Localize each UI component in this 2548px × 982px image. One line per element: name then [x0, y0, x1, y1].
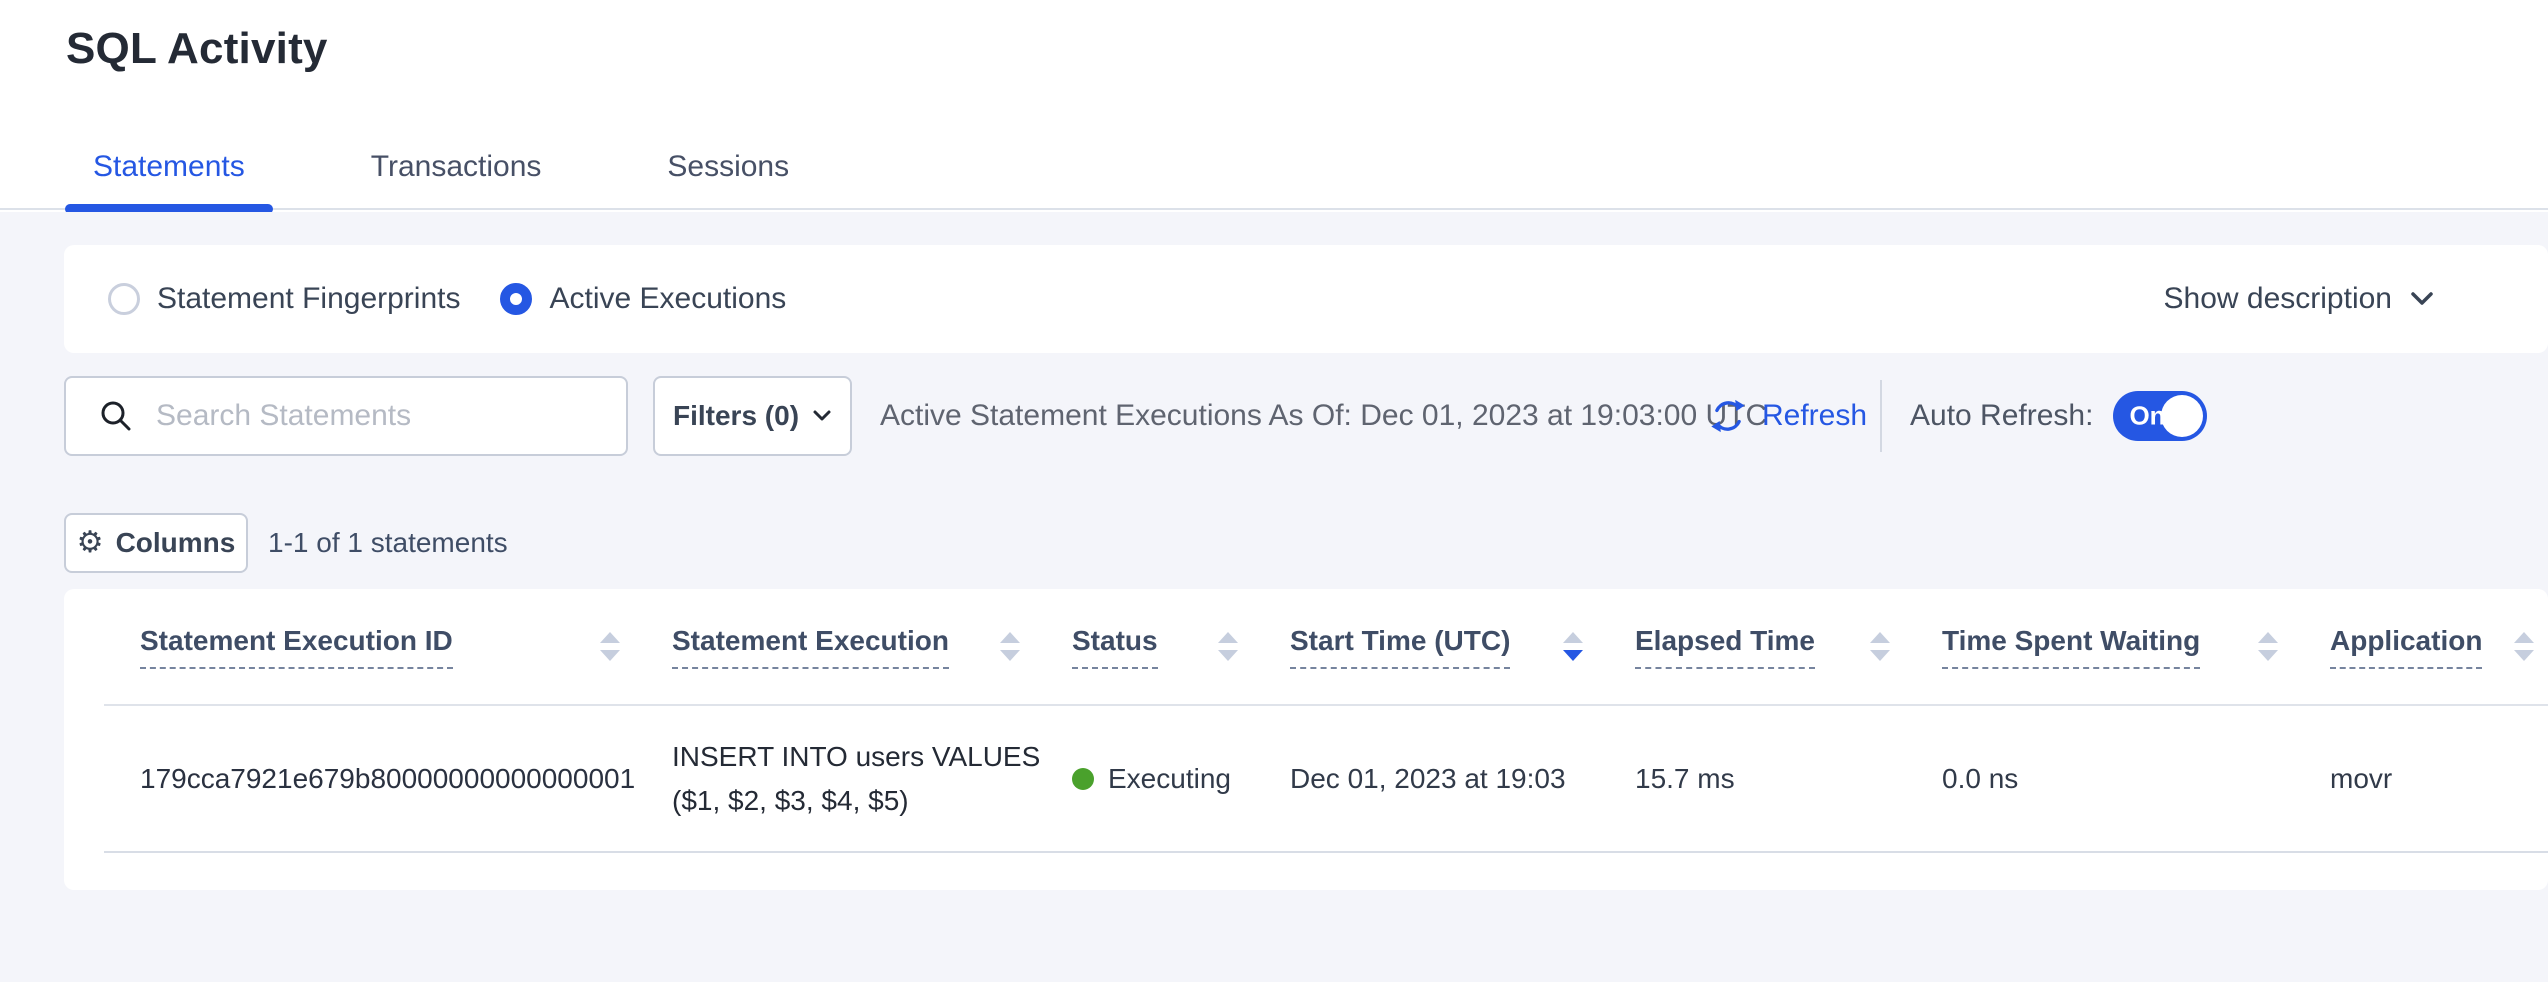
- status-dot-icon: [1072, 768, 1094, 790]
- column-header-elapsed-time[interactable]: Elapsed Time: [1635, 625, 1815, 669]
- content-area: Statement Fingerprints Active Executions…: [0, 212, 2548, 982]
- filters-button[interactable]: Filters (0): [653, 376, 852, 456]
- show-description-toggle[interactable]: Show description: [2164, 282, 2434, 316]
- table-header-row: Statement Execution ID Statement Executi…: [104, 589, 2548, 705]
- column-header-time-spent-waiting[interactable]: Time Spent Waiting: [1942, 625, 2200, 669]
- chevron-down-icon: [2410, 291, 2434, 307]
- chevron-down-icon: [812, 409, 832, 423]
- gear-icon: ⚙: [77, 528, 104, 558]
- sort-icon[interactable]: [600, 632, 620, 661]
- tab-transactions[interactable]: Transactions: [343, 138, 570, 208]
- columns-button[interactable]: ⚙ Columns: [64, 513, 248, 573]
- cell-start-time: Dec 01, 2023 at 19:03: [1290, 705, 1635, 852]
- results-count: 1-1 of 1 statements: [268, 527, 508, 559]
- cell-elapsed-time: 15.7 ms: [1635, 705, 1942, 852]
- as-of-text: Active Statement Executions As Of: Dec 0…: [880, 376, 1767, 456]
- tab-bar: Statements Transactions Sessions: [0, 138, 2548, 210]
- cell-statement-execution-id[interactable]: 179cca7921e679b80000000000000001: [104, 705, 672, 852]
- page-title: SQL Activity: [66, 24, 328, 74]
- toggle-knob: [2161, 395, 2203, 437]
- view-mode-card: Statement Fingerprints Active Executions…: [64, 245, 2548, 353]
- sort-icon[interactable]: [1000, 632, 1020, 661]
- tab-label: Statements: [93, 150, 245, 183]
- auto-refresh-toggle[interactable]: On: [2113, 391, 2207, 441]
- statements-table-card: Statement Execution ID Statement Executi…: [64, 589, 2548, 890]
- refresh-button[interactable]: Refresh: [1708, 376, 1867, 456]
- sql-activity-page: SQL Activity Statements Transactions Ses…: [0, 0, 2548, 982]
- divider: [1880, 380, 1882, 452]
- statements-table: Statement Execution ID Statement Executi…: [104, 589, 2548, 853]
- status-label: Executing: [1108, 763, 1231, 795]
- tab-sessions[interactable]: Sessions: [639, 138, 817, 208]
- cell-application: movr: [2330, 705, 2548, 852]
- search-input[interactable]: [156, 399, 596, 433]
- sort-icon[interactable]: [1563, 632, 1583, 661]
- radio-option-active-executions[interactable]: Active Executions: [500, 282, 786, 316]
- search-box: [64, 376, 628, 456]
- show-description-label: Show description: [2164, 282, 2392, 316]
- auto-refresh-label: Auto Refresh:: [1910, 399, 2093, 433]
- cell-time-spent-waiting: 0.0 ns: [1942, 705, 2330, 852]
- page-header: SQL Activity Statements Transactions Ses…: [0, 0, 2548, 212]
- column-header-start-time[interactable]: Start Time (UTC): [1290, 625, 1510, 669]
- column-header-status[interactable]: Status: [1072, 625, 1158, 669]
- column-header-application[interactable]: Application: [2330, 625, 2482, 669]
- radio-label: Statement Fingerprints: [157, 282, 460, 316]
- search-icon: [98, 398, 134, 434]
- table-controls: ⚙ Columns 1-1 of 1 statements: [0, 513, 2548, 573]
- toggle-state-label: On: [2129, 401, 2165, 432]
- sort-icon[interactable]: [2258, 632, 2278, 661]
- tab-label: Sessions: [667, 150, 789, 183]
- sort-icon[interactable]: [2514, 632, 2534, 661]
- radio-icon[interactable]: [108, 283, 140, 315]
- table-row[interactable]: 179cca7921e679b80000000000000001 INSERT …: [104, 705, 2548, 852]
- column-header-statement-execution[interactable]: Statement Execution: [672, 625, 949, 669]
- column-header-statement-execution-id[interactable]: Statement Execution ID: [140, 625, 453, 669]
- radio-label: Active Executions: [549, 282, 786, 316]
- sort-icon[interactable]: [1218, 632, 1238, 661]
- sort-icon[interactable]: [1870, 632, 1890, 661]
- auto-refresh-control: Auto Refresh: On: [1910, 376, 2207, 456]
- cell-statement-execution[interactable]: INSERT INTO users VALUES ($1, $2, $3, $4…: [672, 735, 1072, 822]
- tab-label: Transactions: [371, 150, 542, 183]
- columns-label: Columns: [116, 527, 236, 559]
- toolbar: Filters (0) Active Statement Executions …: [0, 376, 2548, 456]
- refresh-label: Refresh: [1762, 399, 1867, 433]
- radio-option-statement-fingerprints[interactable]: Statement Fingerprints: [108, 282, 460, 316]
- tab-statements[interactable]: Statements: [65, 138, 273, 208]
- filters-label: Filters (0): [673, 400, 799, 432]
- radio-icon[interactable]: [500, 283, 532, 315]
- cell-status: Executing: [1072, 763, 1290, 795]
- refresh-icon: [1708, 396, 1748, 436]
